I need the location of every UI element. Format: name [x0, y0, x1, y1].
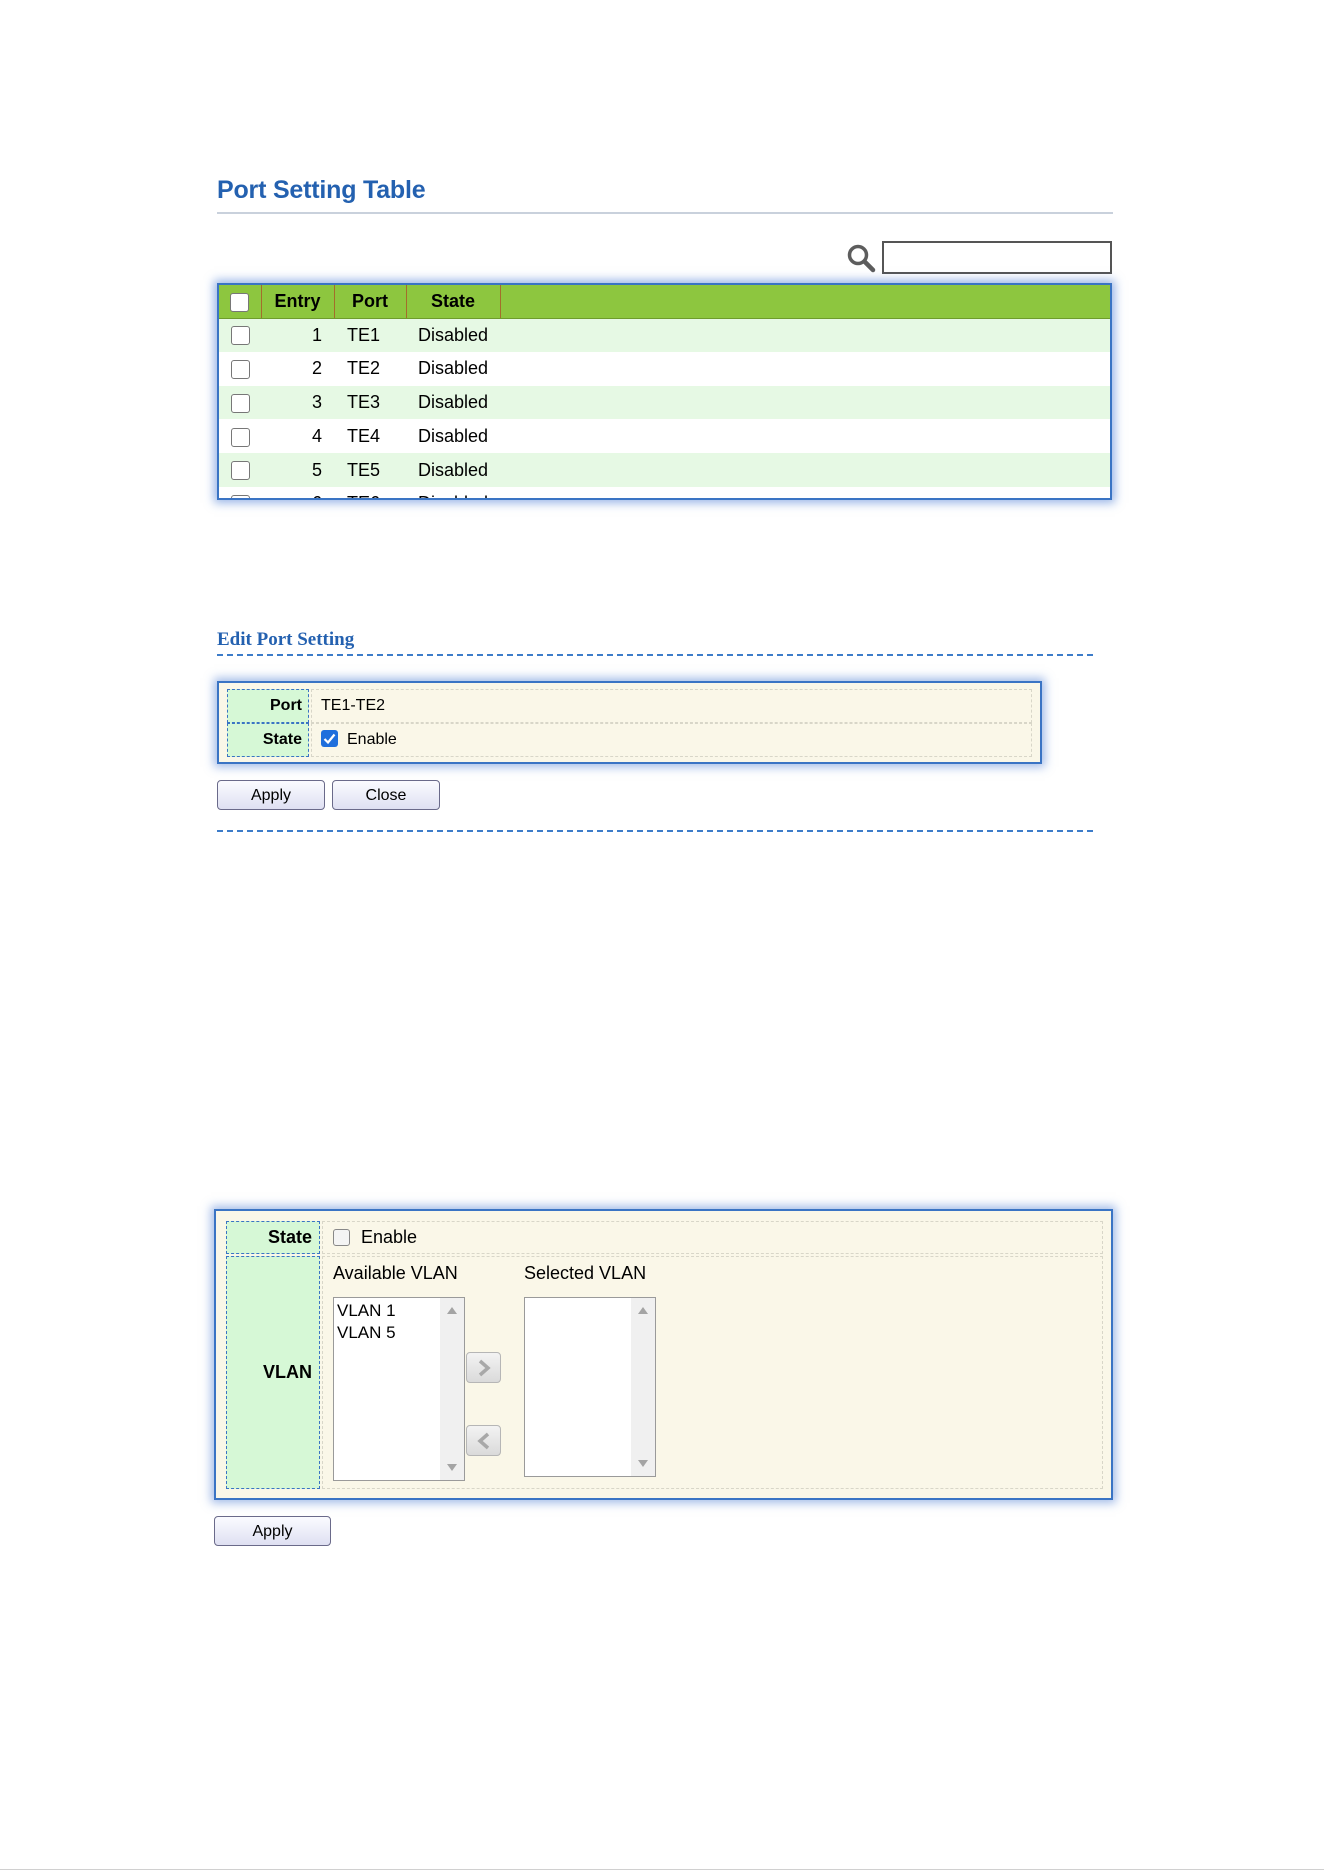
row-entry: 6	[261, 486, 334, 498]
select-all-cell	[219, 285, 262, 319]
vlan-settings-form: State Enable VLAN Available VLAN Selecte…	[214, 1209, 1113, 1500]
row-select-cell	[219, 385, 261, 420]
search-icon[interactable]	[846, 243, 876, 273]
row-filler	[500, 385, 1110, 420]
row-port: TE2	[334, 351, 406, 386]
selected-vlan-list[interactable]	[524, 1297, 656, 1477]
available-vlan-scrollbar[interactable]	[440, 1298, 464, 1480]
table-header-row: Entry Port State	[219, 285, 1110, 319]
vlan-selector: Available VLAN Selected VLAN VLAN 1 VLAN…	[322, 1256, 1103, 1489]
table-row[interactable]: 2 TE2 Disabled	[219, 351, 1110, 386]
port-setting-table-title: Port Setting Table	[217, 176, 426, 204]
vlan-state-label: State	[226, 1221, 320, 1254]
row-filler	[500, 351, 1110, 386]
table-row[interactable]: 4 TE4 Disabled	[219, 419, 1110, 454]
row-entry: 5	[261, 453, 334, 487]
column-header-filler	[500, 285, 1110, 319]
table-row[interactable]: 5 TE5 Disabled	[219, 453, 1110, 487]
chevron-left-icon	[477, 1432, 490, 1450]
row-checkbox[interactable]	[230, 427, 250, 447]
close-button[interactable]: Close	[332, 780, 440, 810]
row-state: Disabled	[406, 486, 500, 498]
row-port: TE1	[334, 318, 406, 352]
row-state: Disabled	[406, 419, 500, 454]
row-port: TE5	[334, 453, 406, 487]
state-value: Enable	[311, 723, 1032, 757]
title-divider	[217, 212, 1113, 214]
port-value: TE1-TE2	[311, 689, 1032, 723]
row-state: Disabled	[406, 318, 500, 352]
available-vlan-title: Available VLAN	[333, 1263, 458, 1283]
row-entry: 1	[261, 318, 334, 352]
port-label: Port	[227, 689, 309, 723]
row-entry: 2	[261, 351, 334, 386]
row-select-cell	[219, 318, 261, 352]
edit-port-form: Port TE1-TE2 State Enable	[217, 681, 1042, 764]
enable-label: Enable	[347, 731, 397, 748]
list-item[interactable]: VLAN 5	[337, 1322, 396, 1344]
apply-button[interactable]: Apply	[217, 780, 325, 810]
select-all-checkbox[interactable]	[230, 292, 250, 312]
row-entry: 4	[261, 419, 334, 454]
row-filler	[500, 318, 1110, 352]
row-checkbox[interactable]	[230, 461, 250, 481]
section-divider-top	[217, 654, 1093, 656]
vlan-apply-button[interactable]: Apply	[214, 1516, 331, 1546]
row-select-cell	[219, 453, 261, 487]
enable-checkbox[interactable]	[321, 730, 338, 748]
vlan-state-value: Enable	[322, 1221, 1103, 1254]
scroll-down-icon[interactable]	[638, 1460, 648, 1467]
vlan-enable-checkbox[interactable]	[333, 1228, 350, 1246]
page-bottom-border	[0, 1869, 1324, 1870]
column-header-entry[interactable]: Entry	[261, 285, 335, 319]
row-checkbox[interactable]	[230, 326, 250, 346]
state-label: State	[227, 723, 309, 757]
row-checkbox[interactable]	[230, 393, 250, 413]
scroll-down-icon[interactable]	[447, 1464, 457, 1471]
row-filler	[500, 486, 1110, 498]
table-row[interactable]: 3 TE3 Disabled	[219, 385, 1110, 420]
row-checkbox[interactable]	[230, 359, 250, 379]
row-port: TE4	[334, 419, 406, 454]
section-divider-bottom	[217, 830, 1093, 832]
add-vlan-button[interactable]	[466, 1352, 501, 1383]
state-row: State Enable	[227, 723, 1032, 757]
row-port: TE6	[334, 486, 406, 498]
row-state: Disabled	[406, 453, 500, 487]
row-state: Disabled	[406, 351, 500, 386]
edit-port-setting-title: Edit Port Setting	[217, 629, 355, 650]
checkmark-icon	[323, 734, 336, 745]
available-vlan-list[interactable]: VLAN 1 VLAN 5	[333, 1297, 465, 1481]
vlan-enable-label: Enable	[361, 1227, 418, 1247]
selected-vlan-scrollbar[interactable]	[631, 1298, 655, 1476]
scroll-up-icon[interactable]	[447, 1307, 457, 1314]
row-select-cell	[219, 486, 261, 498]
remove-vlan-button[interactable]	[466, 1425, 501, 1456]
vlan-label: VLAN	[226, 1256, 320, 1489]
row-select-cell	[219, 419, 261, 454]
row-port: TE3	[334, 385, 406, 420]
table-row[interactable]: 6 TE6 Disabled	[219, 486, 1110, 498]
row-filler	[500, 453, 1110, 487]
row-entry: 3	[261, 385, 334, 420]
selected-vlan-title: Selected VLAN	[524, 1263, 647, 1283]
table-row[interactable]: 1 TE1 Disabled	[219, 318, 1110, 352]
scroll-up-icon[interactable]	[638, 1307, 648, 1314]
list-item[interactable]: VLAN 1	[337, 1300, 396, 1322]
search-input[interactable]	[882, 241, 1112, 274]
row-select-cell	[219, 351, 261, 386]
port-row: Port TE1-TE2	[227, 689, 1032, 723]
column-header-port[interactable]: Port	[334, 285, 407, 319]
row-state: Disabled	[406, 385, 500, 420]
chevron-right-icon	[478, 1359, 491, 1377]
row-filler	[500, 419, 1110, 454]
row-checkbox[interactable]	[230, 495, 250, 498]
port-setting-table: Entry Port State 1 TE1 Disabled 2 TE2 Di…	[217, 283, 1112, 500]
column-header-state[interactable]: State	[406, 285, 501, 319]
